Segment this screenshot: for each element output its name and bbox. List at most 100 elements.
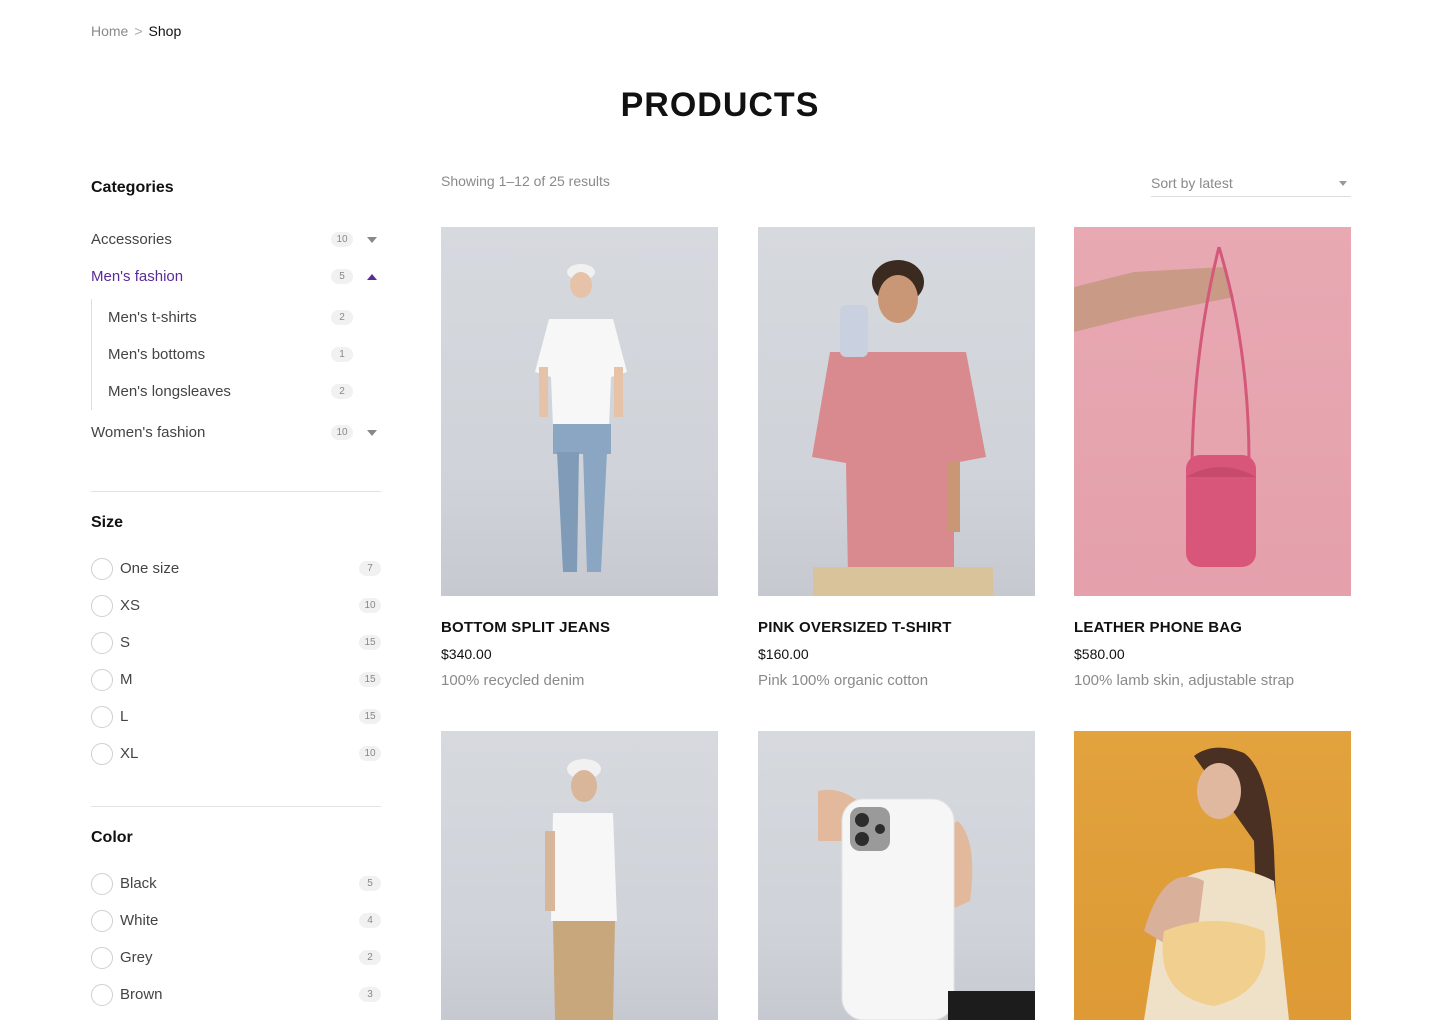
option-label: Black [120, 875, 157, 892]
product-card[interactable]: PINK OVERSIZED T-SHIRT $160.00 Pink 100%… [758, 227, 1035, 689]
category-womens-fashion[interactable]: Women's fashion 10 [91, 414, 381, 451]
option-count: 2 [359, 950, 381, 965]
categories-section: Categories Accessories 10 Men's fashion … [91, 179, 381, 451]
radio-button[interactable] [91, 872, 113, 895]
subcategory-count: 2 [331, 310, 353, 325]
bag-illustration [1074, 246, 1256, 567]
color-filter-section: Color Black 5 White 4 Grey 2 Brown 3 [91, 829, 381, 1013]
product-price: $580.00 [1074, 646, 1125, 662]
size-option-s[interactable]: S 15 [91, 624, 381, 661]
chevron-down-icon[interactable] [367, 236, 377, 243]
product-description: Pink 100% organic cotton [758, 672, 929, 689]
option-label: One size [120, 560, 180, 577]
breadcrumb-separator: > [134, 23, 143, 39]
radio-button[interactable] [91, 631, 113, 654]
option-count: 15 [359, 709, 381, 724]
product-card[interactable]: LEATHER PHONE BAG $580.00 100% lamb skin… [1074, 227, 1351, 689]
size-option-one-size[interactable]: One size 7 [91, 550, 381, 587]
section-divider [91, 806, 381, 807]
category-count: 10 [331, 232, 353, 247]
page-title: PRODUCTS [620, 86, 820, 124]
person-figure-illustration [535, 264, 627, 572]
option-count: 15 [359, 635, 381, 650]
sort-dropdown[interactable]: Sort by latest [1151, 170, 1351, 197]
option-label: S [120, 634, 131, 651]
product-card[interactable] [1074, 731, 1351, 1020]
person-figure-illustration [545, 759, 617, 1020]
color-heading: Color [91, 829, 133, 846]
product-image[interactable] [758, 731, 1035, 1020]
product-price: $160.00 [758, 646, 809, 662]
product-name[interactable]: BOTTOM SPLIT JEANS [441, 619, 718, 636]
color-option-grey[interactable]: Grey 2 [91, 939, 381, 976]
subcategory-mens-longsleaves[interactable]: Men's longsleaves 2 [108, 373, 381, 410]
subcategory-label: Men's bottoms [108, 346, 206, 363]
mens-fashion-subcategories: Men's t-shirts 2 Men's bottoms 1 Men's l… [91, 299, 381, 410]
product-image[interactable] [1074, 227, 1351, 596]
product-name[interactable]: LEATHER PHONE BAG [1074, 619, 1351, 636]
breadcrumb-home-link[interactable]: Home [91, 23, 128, 39]
product-image[interactable] [1074, 731, 1351, 1020]
product-image[interactable] [441, 227, 718, 596]
product-card[interactable]: BOTTOM SPLIT JEANS $340.00 100% recycled… [441, 227, 718, 689]
category-label: Accessories [91, 231, 172, 248]
subcategory-mens-tshirts[interactable]: Men's t-shirts 2 [108, 299, 381, 336]
product-price: $340.00 [441, 646, 492, 662]
category-count: 5 [331, 269, 353, 284]
product-image[interactable] [441, 731, 718, 1020]
radio-button[interactable] [91, 909, 113, 932]
category-label: Women's fashion [91, 424, 206, 441]
size-option-m[interactable]: M 15 [91, 661, 381, 698]
radio-button[interactable] [91, 705, 113, 728]
size-option-xs[interactable]: XS 10 [91, 587, 381, 624]
size-option-l[interactable]: L 15 [91, 698, 381, 735]
radio-button[interactable] [91, 668, 113, 691]
size-filter-section: Size One size 7 XS 10 S 15 M 15 L 15 XL … [91, 514, 381, 772]
section-divider [91, 491, 381, 492]
breadcrumb-current: Shop [148, 23, 182, 39]
option-label: XS [120, 597, 141, 614]
subcategory-count: 2 [331, 384, 353, 399]
color-option-brown[interactable]: Brown 3 [91, 976, 381, 1013]
radio-button[interactable] [91, 983, 113, 1006]
radio-button[interactable] [91, 742, 113, 765]
sort-label: Sort by latest [1151, 175, 1233, 191]
category-mens-fashion[interactable]: Men's fashion 5 [91, 258, 381, 295]
product-card[interactable] [441, 731, 718, 1020]
size-option-xl[interactable]: XL 10 [91, 735, 381, 772]
category-accessories[interactable]: Accessories 10 [91, 221, 381, 258]
radio-button[interactable] [91, 594, 113, 617]
phone-case-illustration [818, 789, 1035, 1020]
option-label: White [120, 912, 159, 929]
option-label: XL [120, 745, 139, 762]
option-count: 10 [359, 598, 381, 613]
option-count: 15 [359, 672, 381, 687]
subcategory-count: 1 [331, 347, 353, 362]
option-count: 5 [359, 876, 381, 891]
option-count: 7 [359, 561, 381, 576]
radio-button[interactable] [91, 557, 113, 580]
chevron-down-icon [1339, 180, 1347, 186]
person-figure-illustration [812, 260, 993, 596]
radio-button[interactable] [91, 946, 113, 969]
color-option-white[interactable]: White 4 [91, 902, 381, 939]
subcategory-mens-bottoms[interactable]: Men's bottoms 1 [108, 336, 381, 373]
option-label: L [120, 708, 129, 725]
breadcrumb: Home > Shop [91, 23, 181, 39]
filter-sidebar: Categories Accessories 10 Men's fashion … [91, 176, 381, 1013]
product-description: 100% lamb skin, adjustable strap [1074, 672, 1295, 689]
size-heading: Size [91, 514, 124, 531]
option-label: Brown [120, 986, 163, 1003]
color-option-black[interactable]: Black 5 [91, 865, 381, 902]
option-count: 10 [359, 746, 381, 761]
chevron-up-icon[interactable] [367, 273, 377, 280]
product-name[interactable]: PINK OVERSIZED T-SHIRT [758, 619, 1035, 636]
category-count: 10 [331, 425, 353, 440]
option-label: Grey [120, 949, 153, 966]
subcategory-label: Men's t-shirts [108, 309, 197, 326]
product-image[interactable] [758, 227, 1035, 596]
chevron-down-icon[interactable] [367, 429, 377, 436]
product-card[interactable] [758, 731, 1035, 1020]
categories-heading: Categories [91, 179, 174, 196]
option-count: 3 [359, 987, 381, 1002]
